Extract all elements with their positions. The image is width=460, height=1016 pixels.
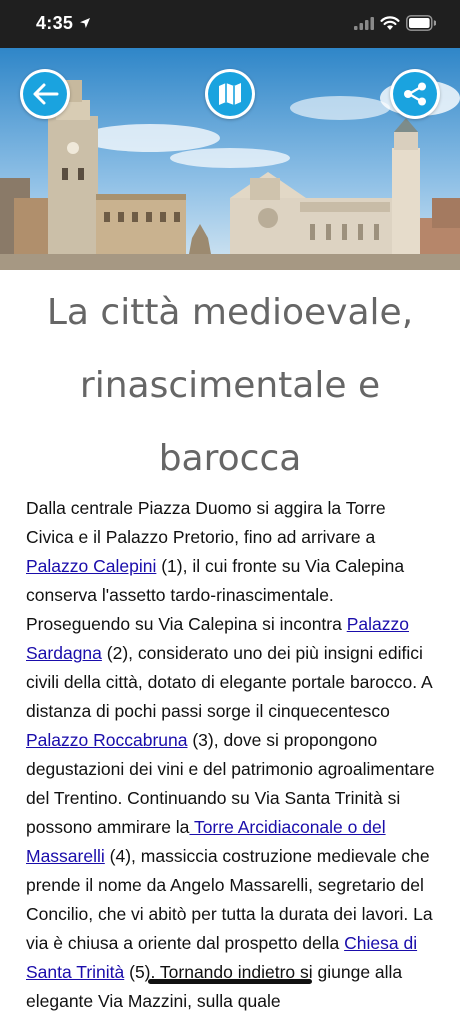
link-palazzo-roccabruna[interactable]: Palazzo Roccabruna <box>26 730 187 750</box>
status-time: 4:35 <box>36 13 74 33</box>
cellular-signal-icon <box>354 17 374 30</box>
map-button[interactable] <box>205 69 255 119</box>
home-indicator[interactable] <box>148 979 312 984</box>
share-button[interactable] <box>390 69 440 119</box>
share-icon <box>404 82 426 106</box>
link-palazzo-calepini[interactable]: Palazzo Calepini <box>26 556 156 576</box>
page-title: La città medioevale, rinascimentale e ba… <box>46 292 414 479</box>
article-body: Dalla centrale Piazza Duomo si aggira la… <box>26 494 436 1016</box>
arrow-left-icon <box>33 83 59 105</box>
wifi-icon <box>380 16 400 30</box>
location-arrow-icon <box>80 18 90 28</box>
battery-icon <box>406 15 436 31</box>
hero-image <box>0 48 460 270</box>
article-text: Dalla centrale Piazza Duomo si aggira la… <box>26 498 386 547</box>
back-button[interactable] <box>20 69 70 119</box>
status-bar: 4:35 <box>0 0 460 48</box>
map-icon <box>219 83 241 105</box>
